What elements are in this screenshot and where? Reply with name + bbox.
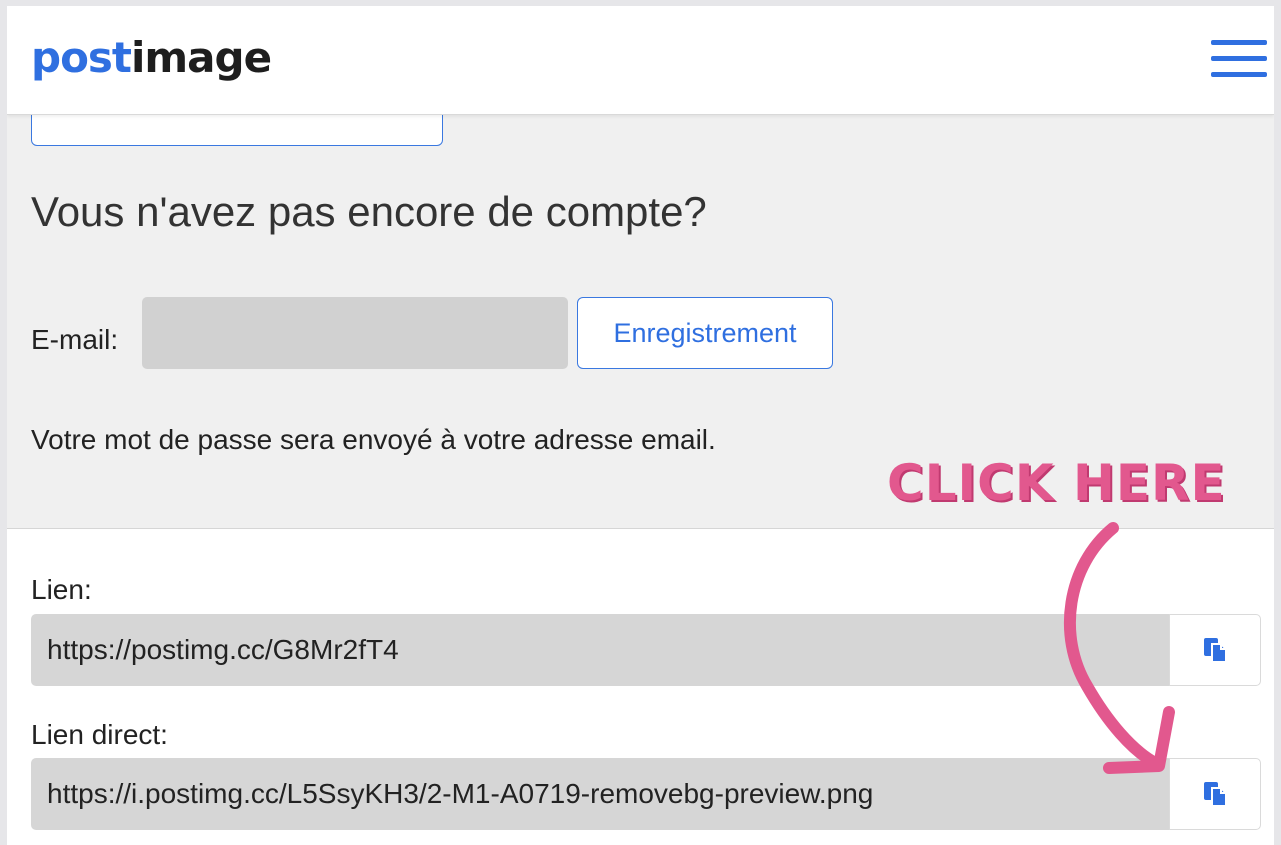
postimage-logo[interactable]: postimage <box>31 30 272 86</box>
direct-link-field[interactable] <box>31 758 1169 830</box>
hamburger-menu-icon[interactable] <box>1211 38 1267 80</box>
password-hint: Votre mot de passe sera envoyé à votre a… <box>31 424 716 455</box>
direct-link-label: Lien direct: <box>31 719 168 750</box>
signup-title: Vous n'avez pas encore de compte? <box>31 188 707 235</box>
logo-post-text: post <box>31 33 132 82</box>
email-label: E-mail: <box>31 324 119 355</box>
site-header: postimage <box>7 6 1274 115</box>
menu-line <box>1211 40 1267 45</box>
register-button[interactable]: Enregistrement <box>577 297 833 369</box>
click-here-annotation: CLICK HERE <box>887 454 1226 512</box>
link-field[interactable] <box>31 614 1169 686</box>
menu-line <box>1211 72 1267 77</box>
link-label: Lien: <box>31 574 92 605</box>
email-input[interactable] <box>142 297 568 369</box>
curved-arrow-icon <box>1063 522 1175 774</box>
menu-line <box>1211 56 1267 61</box>
logo-image-text: image <box>131 33 272 82</box>
page-frame: postimage Vous n'avez pas encore de comp… <box>7 6 1274 845</box>
